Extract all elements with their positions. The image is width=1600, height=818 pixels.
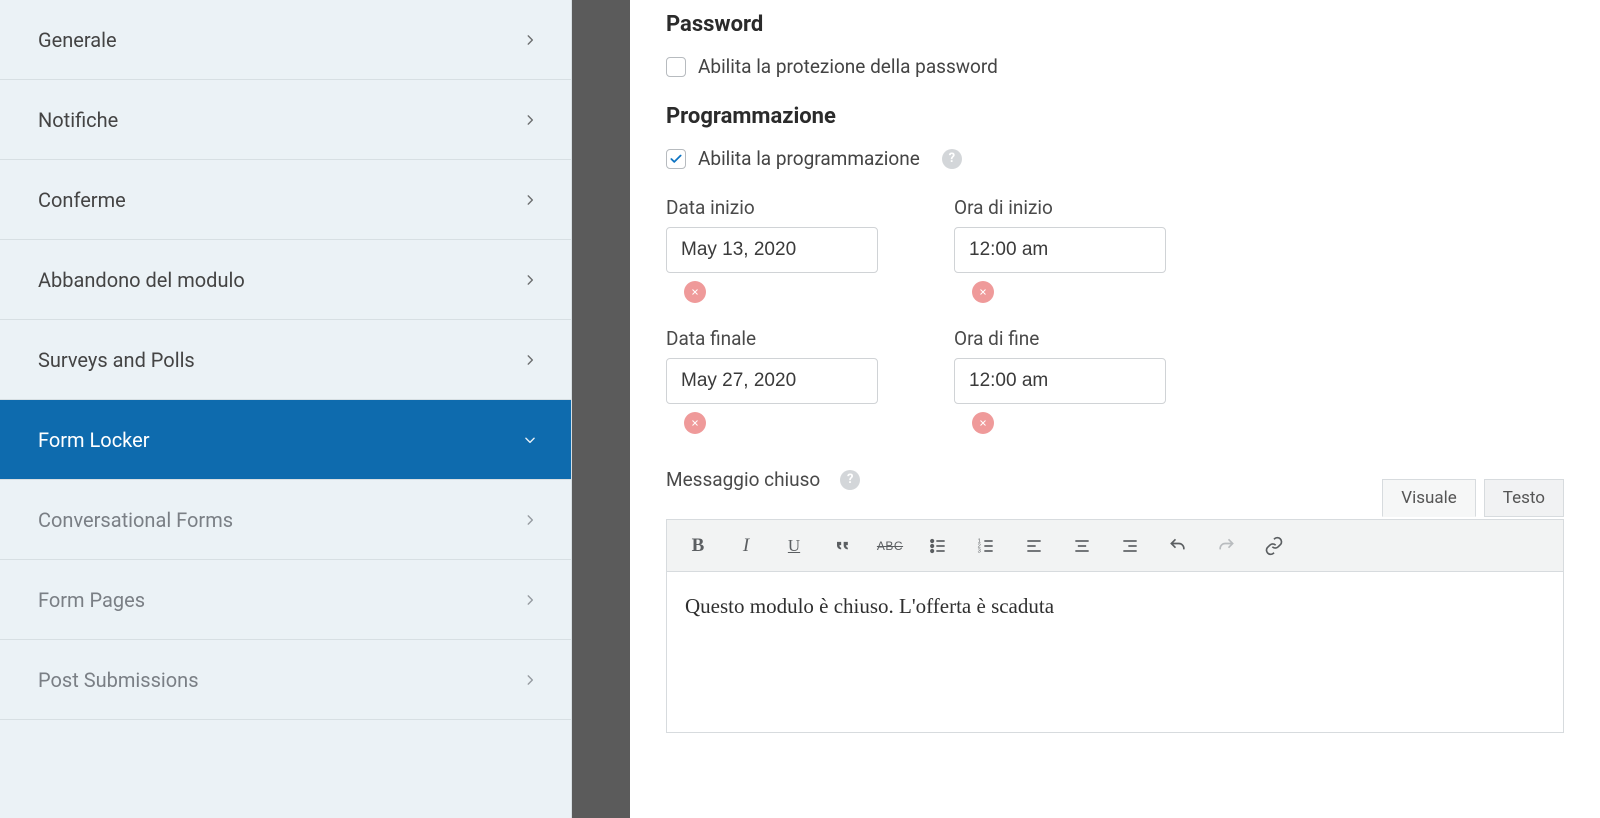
italic-button[interactable]: I bbox=[733, 533, 759, 559]
enable-scheduling-checkbox[interactable] bbox=[666, 149, 686, 169]
clear-end-date-button[interactable] bbox=[684, 412, 706, 434]
redo-button[interactable] bbox=[1213, 533, 1239, 559]
align-right-button[interactable] bbox=[1117, 533, 1143, 559]
enable-password-row: Abilita la protezione della password bbox=[666, 55, 1564, 78]
sidebar-item-label: Post Submissions bbox=[38, 668, 199, 692]
wysiwyg-editor: B I U ABC 123 bbox=[666, 519, 1564, 733]
bulleted-list-button[interactable] bbox=[925, 533, 951, 559]
chevron-right-icon bbox=[523, 28, 537, 52]
editor-tabs: Visuale Testo bbox=[1382, 479, 1564, 517]
bold-button[interactable]: B bbox=[685, 533, 711, 559]
editor-tab-visual[interactable]: Visuale bbox=[1382, 479, 1476, 517]
help-icon[interactable]: ? bbox=[942, 149, 962, 169]
undo-button[interactable] bbox=[1165, 533, 1191, 559]
editor-wrap: Visuale Testo B I U ABC 123 bbox=[666, 519, 1564, 733]
start-date-label: Data inizio bbox=[666, 196, 954, 219]
numbered-list-button[interactable]: 123 bbox=[973, 533, 999, 559]
sidebar-item-notifications[interactable]: Notifiche bbox=[0, 80, 571, 160]
settings-sidebar: Generale Notifiche Conferme Abbandono de… bbox=[0, 0, 572, 818]
start-time-input[interactable] bbox=[954, 227, 1166, 273]
scheduling-heading: Programmazione bbox=[666, 104, 1564, 129]
chevron-right-icon bbox=[523, 508, 537, 532]
chevron-right-icon bbox=[523, 588, 537, 612]
end-date-input[interactable] bbox=[666, 358, 878, 404]
sidebar-item-form-locker[interactable]: Form Locker bbox=[0, 400, 571, 480]
blockquote-button[interactable] bbox=[829, 533, 855, 559]
clear-end-time-button[interactable] bbox=[972, 412, 994, 434]
sidebar-item-conversational-forms[interactable]: Conversational Forms bbox=[0, 480, 571, 560]
sidebar-item-label: Generale bbox=[38, 28, 117, 52]
svg-text:3: 3 bbox=[978, 548, 981, 554]
sidebar-item-label: Abbandono del modulo bbox=[38, 268, 245, 292]
chevron-right-icon bbox=[523, 108, 537, 132]
underline-button[interactable]: U bbox=[781, 533, 807, 559]
chevron-down-icon bbox=[523, 428, 537, 452]
sidebar-item-label: Conferme bbox=[38, 188, 126, 212]
chevron-right-icon bbox=[523, 268, 537, 292]
enable-password-checkbox[interactable] bbox=[666, 57, 686, 77]
sidebar-gutter bbox=[572, 0, 630, 818]
strikethrough-button[interactable]: ABC bbox=[877, 533, 903, 559]
chevron-right-icon bbox=[523, 188, 537, 212]
align-left-button[interactable] bbox=[1021, 533, 1047, 559]
enable-scheduling-row: Abilita la programmazione ? bbox=[666, 147, 1564, 170]
start-date-input[interactable] bbox=[666, 227, 878, 273]
sidebar-item-label: Surveys and Polls bbox=[38, 348, 195, 372]
sidebar-item-label: Form Pages bbox=[38, 588, 145, 612]
end-date-label: Data finale bbox=[666, 327, 954, 350]
sidebar-item-form-abandonment[interactable]: Abbandono del modulo bbox=[0, 240, 571, 320]
help-icon[interactable]: ? bbox=[840, 470, 860, 490]
editor-toolbar: B I U ABC 123 bbox=[667, 520, 1563, 572]
password-heading: Password bbox=[666, 12, 1564, 37]
start-time-label: Ora di inizio bbox=[954, 196, 1242, 219]
end-time-input[interactable] bbox=[954, 358, 1166, 404]
enable-scheduling-label: Abilita la programmazione bbox=[698, 147, 920, 170]
sidebar-item-post-submissions[interactable]: Post Submissions bbox=[0, 640, 571, 720]
editor-content[interactable]: Questo modulo è chiuso. L'offerta è scad… bbox=[667, 572, 1563, 732]
enable-password-label: Abilita la protezione della password bbox=[698, 55, 998, 78]
clear-start-time-button[interactable] bbox=[972, 281, 994, 303]
sidebar-item-surveys-polls[interactable]: Surveys and Polls bbox=[0, 320, 571, 400]
sidebar-item-confirmations[interactable]: Conferme bbox=[0, 160, 571, 240]
closed-message-label: Messaggio chiuso bbox=[666, 468, 820, 491]
main-content: Password Abilita la protezione della pas… bbox=[630, 0, 1600, 818]
link-button[interactable] bbox=[1261, 533, 1287, 559]
chevron-right-icon bbox=[523, 348, 537, 372]
sidebar-item-label: Conversational Forms bbox=[38, 508, 233, 532]
sidebar-item-label: Notifiche bbox=[38, 108, 118, 132]
align-center-button[interactable] bbox=[1069, 533, 1095, 559]
clear-start-date-button[interactable] bbox=[684, 281, 706, 303]
editor-tab-text[interactable]: Testo bbox=[1484, 479, 1564, 517]
end-time-label: Ora di fine bbox=[954, 327, 1242, 350]
sidebar-item-label: Form Locker bbox=[38, 428, 150, 452]
scheduling-fields: Data inizio Ora di inizio Data finale Or… bbox=[666, 196, 1564, 452]
sidebar-item-form-pages[interactable]: Form Pages bbox=[0, 560, 571, 640]
sidebar-item-general[interactable]: Generale bbox=[0, 0, 571, 80]
chevron-right-icon bbox=[523, 668, 537, 692]
